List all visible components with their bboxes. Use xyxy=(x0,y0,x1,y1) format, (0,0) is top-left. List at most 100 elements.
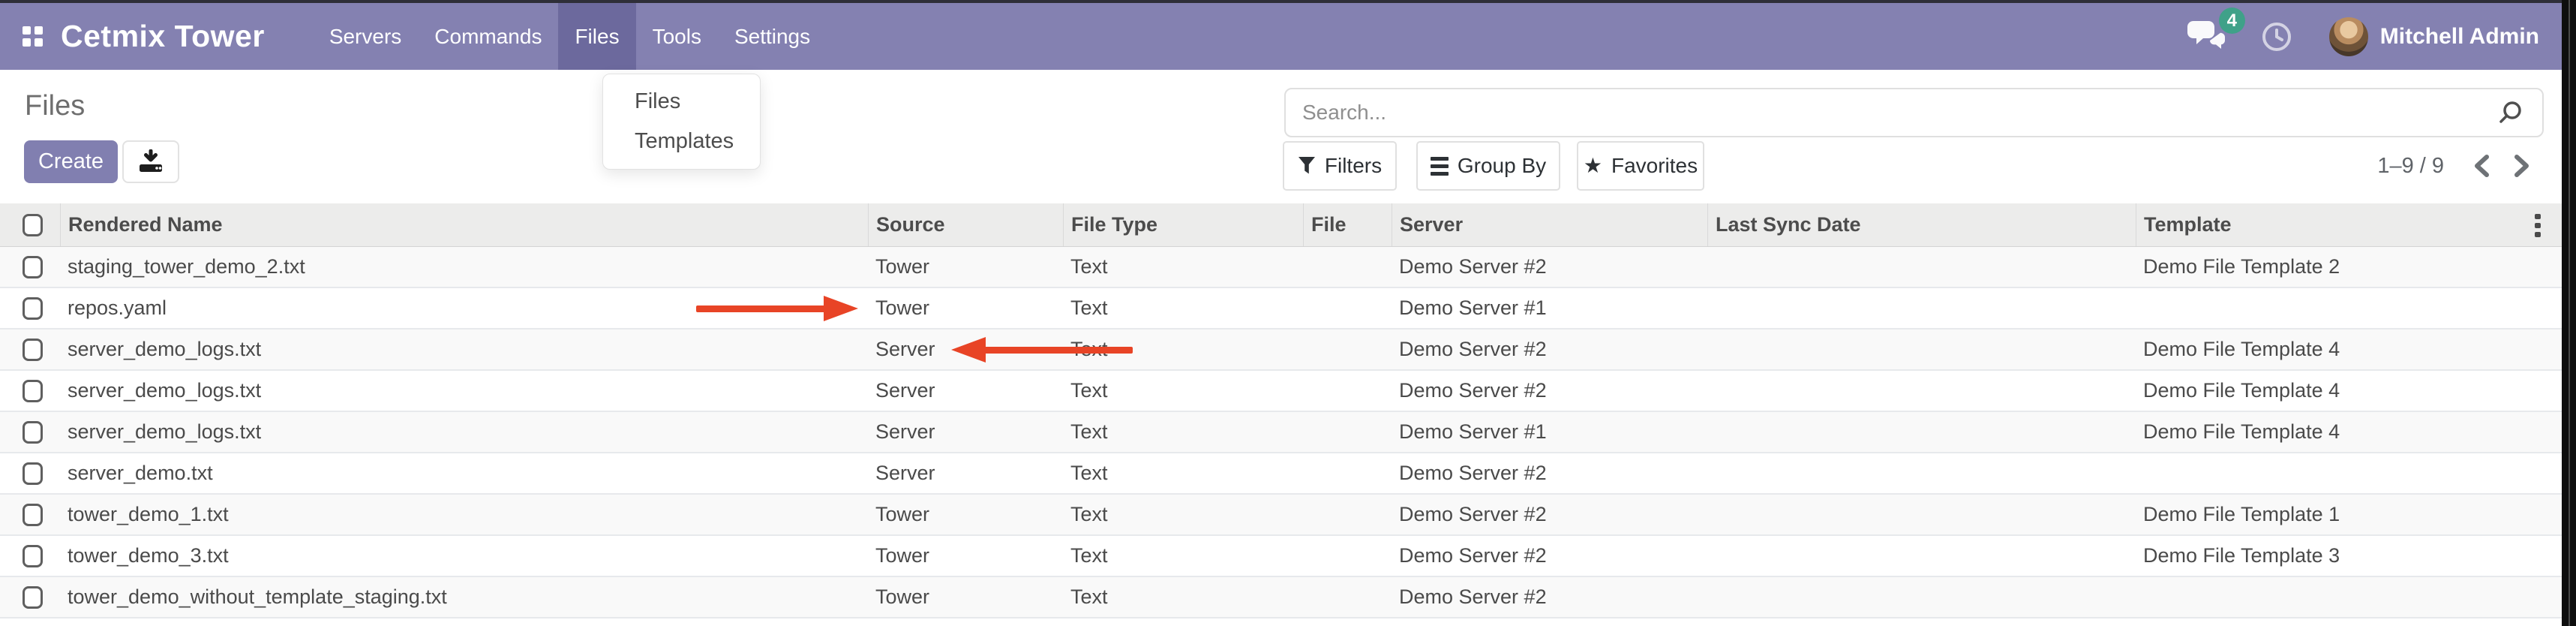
row-checkbox[interactable] xyxy=(23,421,43,444)
row-checkbox[interactable] xyxy=(23,545,43,567)
create-button[interactable]: Create xyxy=(24,140,118,183)
cell-server: Demo Server #1 xyxy=(1392,296,1707,320)
cell-server: Demo Server #1 xyxy=(1392,420,1707,444)
cell-template: Demo File Template 4 xyxy=(2136,379,2562,402)
table-row[interactable]: server_demo_logs.txtServerTextDemo Serve… xyxy=(0,330,2562,371)
cell-server: Demo Server #2 xyxy=(1392,462,1707,485)
column-header-last-sync-date[interactable]: Last Sync Date xyxy=(1707,203,2136,246)
pager-next-button[interactable] xyxy=(2505,141,2538,191)
brand-title[interactable]: Cetmix Tower xyxy=(61,19,265,54)
nav-item-files[interactable]: Files xyxy=(558,3,635,70)
filter-funnel-icon xyxy=(1298,156,1316,176)
menu-item-templates[interactable]: Templates xyxy=(603,122,760,161)
star-icon: ★ xyxy=(1584,155,1602,176)
table-row[interactable]: server_demo_logs.txtServerTextDemo Serve… xyxy=(0,412,2562,453)
nav-item-label: Commands xyxy=(434,25,542,49)
table-row[interactable]: repos.yamlTowerTextDemo Server #1 xyxy=(0,288,2562,330)
search-icon[interactable] xyxy=(2497,99,2524,126)
menu-item-files[interactable]: Files xyxy=(603,82,760,122)
table-row[interactable]: tower_demo_3.txtTowerTextDemo Server #2D… xyxy=(0,536,2562,577)
cell-source: Server xyxy=(868,420,1063,444)
cell-source: Tower xyxy=(868,503,1063,526)
cell-server: Demo Server #2 xyxy=(1392,379,1707,402)
group-by-button[interactable]: Group By xyxy=(1416,141,1560,191)
table-row[interactable]: server_demo_logs.txtServerTextDemo Serve… xyxy=(0,371,2562,412)
pager-previous-button[interactable] xyxy=(2465,141,2498,191)
page-title: Files xyxy=(25,90,85,122)
user-menu[interactable]: Mitchell Admin xyxy=(2380,24,2539,50)
cell-rendered-name: tower_demo_1.txt xyxy=(60,503,868,526)
cell-file-type: Text xyxy=(1063,296,1303,320)
row-checkbox[interactable] xyxy=(23,380,43,402)
cell-rendered-name: server_demo_logs.txt xyxy=(60,338,868,361)
row-checkbox[interactable] xyxy=(23,462,43,485)
group-by-icon xyxy=(1431,157,1449,176)
cell-source: Tower xyxy=(868,255,1063,278)
row-checkbox-cell xyxy=(0,297,60,320)
search-input[interactable] xyxy=(1286,101,2497,125)
activities-button[interactable] xyxy=(2260,20,2293,53)
cell-server: Demo Server #2 xyxy=(1392,585,1707,609)
row-checkbox[interactable] xyxy=(23,256,43,278)
row-checkbox[interactable] xyxy=(23,586,43,609)
favorites-label: Favorites xyxy=(1611,154,1698,178)
column-header-file-type[interactable]: File Type xyxy=(1063,203,1303,246)
row-checkbox[interactable] xyxy=(23,297,43,320)
column-header-rendered-name[interactable]: Rendered Name xyxy=(60,203,868,246)
column-header-template[interactable]: Template xyxy=(2136,203,2562,246)
filters-button[interactable]: Filters xyxy=(1283,141,1397,191)
row-checkbox-cell xyxy=(0,462,60,485)
export-button[interactable] xyxy=(122,140,179,183)
nav-item-tools[interactable]: Tools xyxy=(636,3,718,70)
cell-file-type: Text xyxy=(1063,544,1303,567)
cell-file-type: Text xyxy=(1063,255,1303,278)
row-checkbox-cell xyxy=(0,339,60,361)
row-checkbox-cell xyxy=(0,256,60,278)
row-checkbox[interactable] xyxy=(23,504,43,526)
column-header-source[interactable]: Source xyxy=(868,203,1063,246)
select-all-cell xyxy=(0,203,60,246)
table-row[interactable]: tower_demo_without_template_staging.txtT… xyxy=(0,577,2562,618)
avatar[interactable] xyxy=(2329,17,2368,56)
table-row[interactable]: server_demo.txtServerTextDemo Server #2 xyxy=(0,453,2562,495)
row-checkbox-cell xyxy=(0,380,60,402)
cell-server: Demo Server #2 xyxy=(1392,544,1707,567)
cell-server: Demo Server #2 xyxy=(1392,255,1707,278)
window-top-edge xyxy=(0,0,2576,3)
pager-range: 1–9 / 9 xyxy=(2285,141,2444,191)
cell-rendered-name: staging_tower_demo_2.txt xyxy=(60,255,868,278)
cell-source: Server xyxy=(868,379,1063,402)
row-checkbox[interactable] xyxy=(23,339,43,361)
table-header: Rendered Name Source File Type File Serv… xyxy=(0,203,2562,247)
table-row[interactable]: tower_demo_1.txtTowerTextDemo Server #2D… xyxy=(0,495,2562,536)
cetmix-tower-files-page: Cetmix Tower Servers Commands Files Tool… xyxy=(0,0,2576,626)
cell-template: Demo File Template 2 xyxy=(2136,255,2562,278)
optional-columns-toggle-icon[interactable] xyxy=(2535,214,2541,237)
annotation-arrow-left xyxy=(951,337,1136,363)
nav-item-settings[interactable]: Settings xyxy=(718,3,827,70)
window-right-edge xyxy=(2562,0,2576,626)
main-menu: Servers Commands Files Tools Settings xyxy=(313,3,827,70)
cell-server: Demo Server #2 xyxy=(1392,503,1707,526)
cell-source: Server xyxy=(868,462,1063,485)
cell-template: Demo File Template 1 xyxy=(2136,503,2562,526)
messages-count-badge: 4 xyxy=(2219,8,2245,34)
favorites-button[interactable]: ★ Favorites xyxy=(1577,141,1704,191)
nav-item-commands[interactable]: Commands xyxy=(418,3,558,70)
select-all-checkbox[interactable] xyxy=(23,214,43,236)
column-header-file[interactable]: File xyxy=(1303,203,1392,246)
download-icon xyxy=(137,149,164,175)
cell-rendered-name: tower_demo_3.txt xyxy=(60,544,868,567)
messages-button[interactable]: 4 xyxy=(2187,18,2226,55)
group-by-label: Group By xyxy=(1458,154,1546,178)
cell-template: Demo File Template 4 xyxy=(2136,420,2562,444)
cell-template: Demo File Template 4 xyxy=(2136,338,2562,361)
cell-file-type: Text xyxy=(1063,462,1303,485)
cell-source: Tower xyxy=(868,296,1063,320)
cell-source: Tower xyxy=(868,544,1063,567)
apps-grid-icon[interactable] xyxy=(23,26,43,47)
row-checkbox-cell xyxy=(0,586,60,609)
column-header-server[interactable]: Server xyxy=(1392,203,1707,246)
nav-item-servers[interactable]: Servers xyxy=(313,3,418,70)
table-row[interactable]: staging_tower_demo_2.txtTowerText Demo Se… xyxy=(0,247,2562,288)
